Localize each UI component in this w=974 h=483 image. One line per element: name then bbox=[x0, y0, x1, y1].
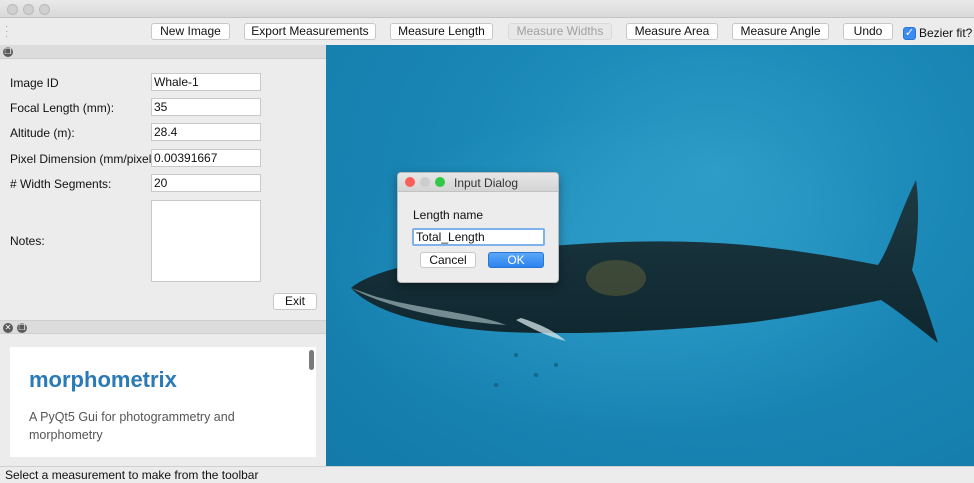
zoom-window-icon[interactable] bbox=[39, 4, 50, 15]
minimize-window-icon[interactable] bbox=[23, 4, 34, 15]
width-segments-field[interactable]: 20 bbox=[151, 174, 261, 192]
dialog-title: Input Dialog bbox=[454, 176, 519, 190]
status-bar: Select a measurement to make from the to… bbox=[0, 466, 974, 483]
measure-length-button[interactable]: Measure Length bbox=[390, 23, 493, 40]
measure-widths-button[interactable]: Measure Widths bbox=[508, 23, 612, 40]
pixel-dimension-field[interactable]: 0.00391667 bbox=[151, 149, 261, 167]
focal-length-label: Focal Length (mm): bbox=[10, 101, 115, 115]
notes-field[interactable] bbox=[151, 200, 261, 282]
focal-length-field[interactable]: 35 bbox=[151, 98, 261, 116]
left-panel: ❐ Image ID Whale-1 Focal Length (mm): 35… bbox=[0, 45, 326, 466]
info-scrollbar[interactable] bbox=[309, 350, 314, 370]
close-window-icon[interactable] bbox=[7, 4, 18, 15]
app-description: A PyQt5 Gui for photogrammetry and morph… bbox=[29, 410, 235, 442]
info-panel: morphometrix A PyQt5 Gui for photogramme… bbox=[10, 347, 316, 457]
image-id-label: Image ID bbox=[10, 76, 59, 90]
toolbar-grip-icon[interactable]: · · · bbox=[5, 22, 8, 42]
dialog-minimize-icon bbox=[420, 177, 430, 187]
dialog-close-icon[interactable] bbox=[405, 177, 415, 187]
dialog-titlebar: Input Dialog bbox=[398, 173, 558, 192]
measure-angle-button[interactable]: Measure Angle bbox=[732, 23, 829, 40]
app-title: morphometrix bbox=[29, 367, 177, 392]
image-id-field[interactable]: Whale-1 bbox=[151, 73, 261, 91]
new-image-button[interactable]: New Image bbox=[151, 23, 230, 40]
ok-button[interactable]: OK bbox=[488, 252, 544, 268]
cancel-button[interactable]: Cancel bbox=[420, 252, 476, 268]
export-measurements-button[interactable]: Export Measurements bbox=[244, 23, 376, 40]
length-name-input[interactable]: Total_Length bbox=[412, 228, 545, 246]
altitude-label: Altitude (m): bbox=[10, 126, 75, 140]
close-dock-icon[interactable]: ✕ bbox=[3, 323, 13, 333]
float-dock-icon[interactable]: ❐ bbox=[3, 47, 13, 57]
exit-button[interactable]: Exit bbox=[273, 293, 317, 310]
notes-label: Notes: bbox=[10, 234, 45, 248]
float-dock-icon[interactable]: ❐ bbox=[17, 323, 27, 333]
input-dialog: Input Dialog Length name Total_Length Ca… bbox=[397, 172, 559, 283]
measure-area-button[interactable]: Measure Area bbox=[626, 23, 718, 40]
toolbar: · · · New Image Export Measurements Measur… bbox=[0, 18, 974, 45]
bezier-label: Bezier fit? bbox=[919, 26, 973, 40]
bezier-fit-toggle[interactable]: ✓ Bezier fit? bbox=[903, 26, 972, 40]
dialog-zoom-icon[interactable] bbox=[435, 177, 445, 187]
info-dock-header: ✕ ❐ bbox=[0, 320, 326, 334]
bezier-checkbox[interactable]: ✓ bbox=[903, 26, 916, 40]
length-name-label: Length name bbox=[413, 208, 484, 222]
width-segments-label: # Width Segments: bbox=[10, 177, 112, 191]
undo-button[interactable]: Undo bbox=[843, 23, 893, 40]
parameters-dock-header: ❐ bbox=[0, 45, 326, 59]
altitude-field[interactable]: 28.4 bbox=[151, 123, 261, 141]
window-titlebar bbox=[0, 0, 974, 18]
pixel-dimension-label: Pixel Dimension (mm/pixel) bbox=[10, 152, 156, 166]
